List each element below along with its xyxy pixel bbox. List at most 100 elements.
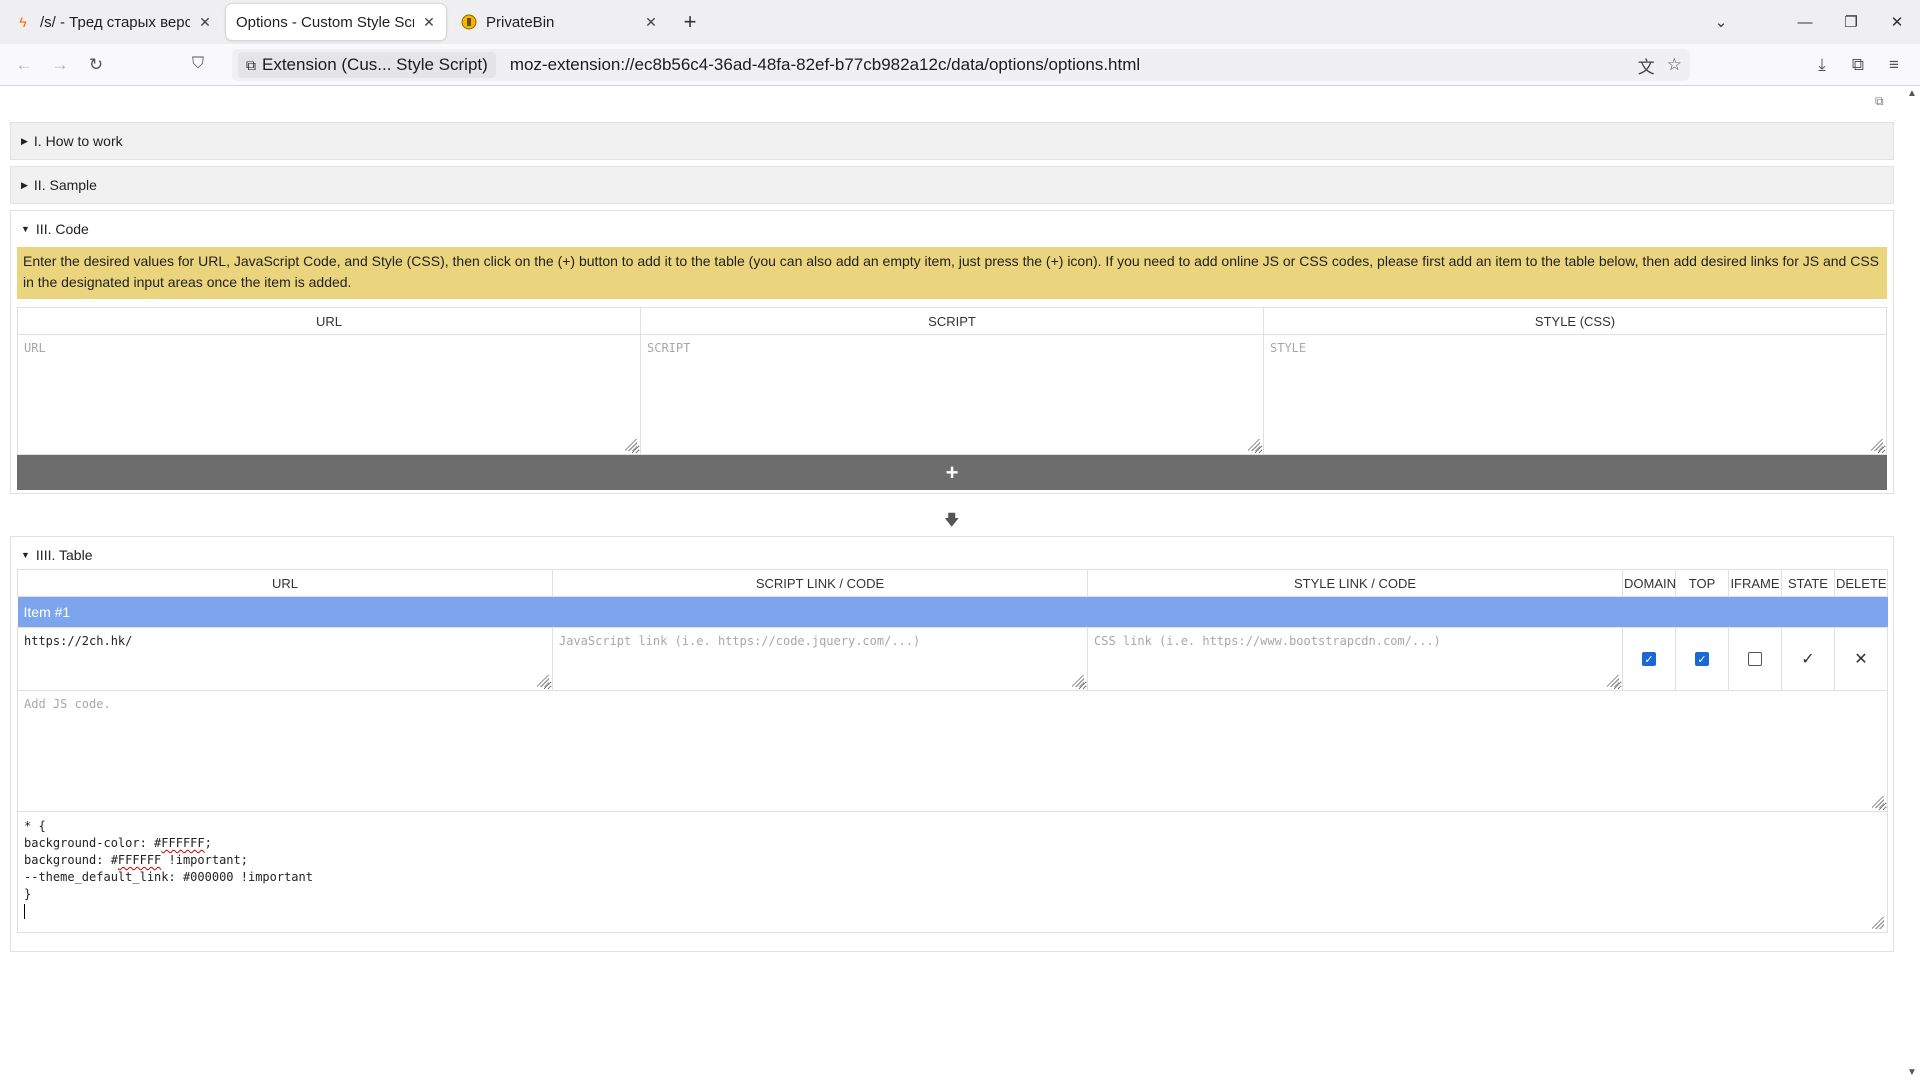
css-line: background: #FFFFFF !important; (24, 853, 248, 867)
close-icon[interactable]: ✕ (420, 14, 438, 31)
tab-title: PrivateBin (486, 13, 555, 31)
table-row (17, 690, 1888, 812)
minimize-icon[interactable]: — (1782, 0, 1828, 44)
column-header: DELETE (1834, 569, 1888, 597)
identity-box[interactable]: ⧉ Extension (Cus... Style Script) (238, 52, 496, 78)
section-summary[interactable]: ▶ I. How to work (11, 123, 1893, 159)
section-summary[interactable]: ▼ IIII. Table (11, 537, 1893, 569)
iframe-cell (1728, 627, 1782, 691)
resize-handle[interactable] (537, 675, 549, 687)
reload-icon[interactable]: ↻ (80, 49, 112, 81)
resize-handle[interactable] (1872, 796, 1884, 808)
extensions-icon[interactable]: ⧉ (1842, 49, 1874, 81)
column-header: SCRIPT (640, 307, 1264, 335)
chevron-down-icon[interactable]: ⌄ (1698, 0, 1744, 44)
close-icon[interactable]: ✕ (196, 14, 214, 31)
close-icon[interactable]: ✕ (642, 14, 660, 31)
domain-cell: ✓ (1622, 627, 1676, 691)
section-summary[interactable]: ▼ III. Code (11, 211, 1893, 247)
table-row: ✓ ✓ ✓ ✕ (17, 627, 1888, 691)
css-code-editor[interactable]: * { background-color: #FFFFFF; backgroun… (18, 812, 1887, 926)
popout-icon[interactable]: ⧉ (1875, 94, 1884, 109)
delete-icon[interactable]: ✕ (1854, 649, 1867, 669)
css-line: } (24, 887, 32, 901)
star-icon[interactable]: ☆ (1667, 55, 1682, 75)
resize-handle[interactable] (1248, 439, 1260, 451)
resize-handle[interactable] (1072, 675, 1084, 687)
resize-handle[interactable] (1607, 675, 1619, 687)
shield-icon[interactable]: ⛉ (192, 55, 204, 73)
extension-icon: ⧉ (246, 56, 256, 73)
restore-icon[interactable]: ❐ (1828, 0, 1874, 44)
caret-right-icon: ▶ (21, 179, 28, 190)
tab-title: /s/ - Тред старых верси (40, 13, 190, 31)
resize-handle[interactable] (1871, 439, 1883, 451)
tab-privatebin[interactable]: PrivateBin ✕ (450, 4, 668, 40)
add-item-button[interactable]: + (17, 455, 1887, 490)
column-header: STYLE (CSS) (1263, 307, 1887, 335)
state-check-icon[interactable]: ✓ (1801, 649, 1814, 669)
style-link-input[interactable] (1088, 628, 1622, 690)
scroll-up-icon[interactable]: ▲ (1904, 88, 1920, 99)
delete-cell: ✕ (1834, 627, 1888, 691)
section-sample[interactable]: ▶ II. Sample (10, 166, 1894, 204)
menu-icon[interactable]: ≡ (1878, 49, 1910, 81)
forward-icon[interactable]: → (44, 49, 76, 81)
domain-checkbox[interactable]: ✓ (1642, 652, 1656, 666)
column-header: TOP (1675, 569, 1729, 597)
column-header: URL (17, 569, 553, 597)
column-header: STYLE LINK / CODE (1087, 569, 1623, 597)
table-row: * { background-color: #FFFFFF; backgroun… (17, 811, 1888, 933)
top-cell: ✓ (1675, 627, 1729, 691)
script-link-input[interactable] (553, 628, 1087, 690)
iframe-checkbox[interactable] (1748, 652, 1762, 666)
address-bar[interactable]: ⛉ ⧉ Extension (Cus... Style Script) moz-… (192, 49, 1690, 81)
section-title: IIII. Table (35, 547, 93, 563)
options-page: ⧉ ▶ I. How to work ▶ II. Sample ▼ III. C… (0, 86, 1904, 1080)
resize-handle[interactable] (1872, 917, 1884, 929)
css-line: --theme_default_link: #000000 !important (24, 870, 313, 884)
section-how-to-work[interactable]: ▶ I. How to work (10, 122, 1894, 160)
back-icon[interactable]: ← (8, 49, 40, 81)
item-url-input[interactable] (18, 628, 552, 690)
state-cell: ✓ (1781, 627, 1835, 691)
item-style-cell (1087, 627, 1623, 691)
css-line: background-color: #FFFFFF; (24, 836, 212, 850)
url-text[interactable]: moz-extension://ec8b56c4-36ad-48fa-82ef-… (510, 55, 1140, 75)
item-header: Item #1 (17, 596, 1888, 628)
new-tab-button[interactable]: + (674, 6, 706, 38)
tab-2ch[interactable]: ϟ /s/ - Тред старых верси ✕ (4, 4, 222, 40)
code-input-table: URL SCRIPT STYLE (CSS) (17, 307, 1887, 455)
privatebin-icon (460, 13, 478, 31)
script-input[interactable] (641, 335, 1263, 454)
column-header: DOMAIN (1622, 569, 1676, 597)
scroll-down-icon[interactable]: ▼ (1904, 1067, 1920, 1078)
caret-down-icon: ▼ (21, 224, 30, 234)
tab-strip: ϟ /s/ - Тред старых верси ✕ Options - Cu… (0, 0, 1920, 44)
style-cell (1263, 334, 1887, 455)
translate-icon[interactable]: 文 (1638, 53, 1655, 78)
download-icon[interactable]: ⤓ (1806, 49, 1838, 81)
top-checkbox[interactable]: ✓ (1695, 652, 1709, 666)
caret-down-icon: ▼ (21, 550, 30, 560)
section-summary[interactable]: ▶ II. Sample (11, 167, 1893, 203)
text-cursor (24, 904, 25, 919)
column-header: SCRIPT LINK / CODE (552, 569, 1088, 597)
section-table: ▼ IIII. Table URL SCRIPT LINK / CODE STY… (10, 536, 1894, 952)
item-script-cell (552, 627, 1088, 691)
url-input[interactable] (18, 335, 640, 454)
item-url-cell (17, 627, 553, 691)
nav-toolbar: ← → ↻ ⛉ ⧉ Extension (Cus... Style Script… (0, 44, 1920, 86)
tab-title: Options - Custom Style Scrip (236, 13, 414, 31)
tab-options[interactable]: Options - Custom Style Scrip ✕ (226, 4, 446, 40)
close-window-icon[interactable]: ✕ (1874, 0, 1920, 44)
js-code-input[interactable] (18, 691, 1887, 811)
style-input[interactable] (1264, 335, 1886, 454)
resize-handle[interactable] (625, 439, 637, 451)
js-code-cell (17, 690, 1888, 812)
arrow-down-icon: 🡇 (944, 512, 960, 529)
section-title: I. How to work (33, 133, 123, 149)
page-scrollbar[interactable]: ▲ ▼ (1904, 86, 1920, 1080)
section-title: III. Code (35, 221, 89, 237)
section-code: ▼ III. Code Enter the desired values for… (10, 210, 1894, 494)
